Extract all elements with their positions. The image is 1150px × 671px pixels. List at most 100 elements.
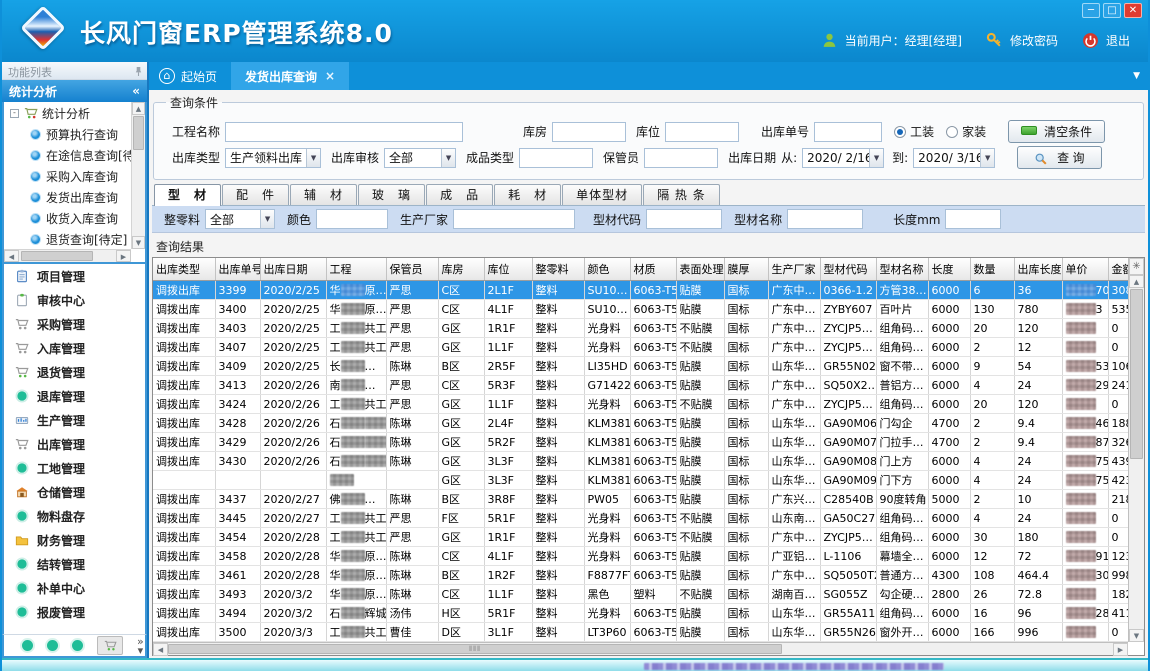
sidebar-item-出库管理[interactable]: 出库管理 bbox=[4, 432, 145, 456]
table-row[interactable]: 调拨出库34942020/3/2石辉城汤伟H区5R1F整料光身料6063-T5贴… bbox=[153, 604, 1128, 623]
sidebar-section-statistics[interactable]: 统计分析 « bbox=[2, 80, 147, 102]
tree-item[interactable]: 在途信息查询[待 bbox=[4, 145, 131, 166]
close-button[interactable]: ✕ bbox=[1124, 3, 1142, 18]
clear-conditions-button[interactable]: 清空条件 bbox=[1008, 120, 1105, 143]
dot-icon[interactable] bbox=[47, 640, 58, 651]
tab-list-dropdown-icon[interactable]: ▼ bbox=[1133, 71, 1140, 81]
sidebar-item-审核中心[interactable]: 审核中心 bbox=[4, 288, 145, 312]
outbound-type-select[interactable]: 生产领料出库▼ bbox=[225, 148, 321, 168]
color-input[interactable] bbox=[316, 209, 388, 229]
table-row[interactable]: 调拨出库34282020/2/26石城陈琳G区2L4F整料KLM38176063… bbox=[153, 414, 1128, 433]
tree-vertical-scrollbar[interactable]: ▲ ▼ bbox=[131, 102, 145, 249]
more-items-button[interactable]: »▾ bbox=[137, 637, 144, 655]
search-button[interactable]: 查 询 bbox=[1017, 146, 1101, 169]
column-header[interactable]: 保管员 bbox=[386, 258, 438, 281]
material-tab[interactable]: 成 品 bbox=[426, 184, 493, 205]
column-header[interactable]: 颜色 bbox=[584, 258, 630, 281]
column-chooser-button[interactable]: ✳ bbox=[1129, 258, 1144, 275]
tab-home[interactable]: ⌂ 起始页 bbox=[149, 62, 231, 90]
material-tab[interactable]: 型 材 bbox=[154, 184, 221, 206]
table-row[interactable]: 调拨出库34582020/2/28华原…陈琳C区4L1F整料光身料6063-T5… bbox=[153, 547, 1128, 566]
column-header[interactable]: 金额 bbox=[1108, 258, 1128, 281]
column-header[interactable]: 表面处理 bbox=[676, 258, 724, 281]
material-tab[interactable]: 辅 材 bbox=[290, 184, 357, 205]
column-header[interactable]: 生产厂家 bbox=[768, 258, 820, 281]
table-row[interactable]: 调拨出库34452020/2/27工共工程严思F区5R1F整料光身料6063-T… bbox=[153, 509, 1128, 528]
sidebar-item-生产管理[interactable]: 生产管理 bbox=[4, 408, 145, 432]
tree-item[interactable]: 采购入库查询 bbox=[4, 166, 131, 187]
table-row[interactable]: 调拨出库34372020/2/27佛…陈琳B区3R8F整料PW056063-T5… bbox=[153, 490, 1128, 509]
length-input[interactable] bbox=[945, 209, 1001, 229]
pin-icon[interactable] bbox=[134, 66, 143, 77]
sidebar-item-结转管理[interactable]: 结转管理 bbox=[4, 552, 145, 576]
grid-vertical-scrollbar[interactable]: ✳ ▲ ▼ bbox=[1128, 258, 1144, 642]
order-no-input[interactable] bbox=[814, 122, 882, 142]
column-header[interactable]: 出库长度 bbox=[1014, 258, 1062, 281]
sidebar-item-入库管理[interactable]: 入库管理 bbox=[4, 336, 145, 360]
dot-icon[interactable] bbox=[72, 640, 83, 651]
table-row[interactable]: 调拨出库34612020/2/28华原…陈琳B区1R2F整料F8877FT606… bbox=[153, 566, 1128, 585]
table-row[interactable]: G区3L3F整料KLM38176063-T5贴膜国标山东华…GA90M09…门下… bbox=[153, 471, 1128, 490]
table-row[interactable]: 调拨出库34292020/2/26石城陈琳G区5R2F整料KLM38176063… bbox=[153, 433, 1128, 452]
sidebar-item-物料盘存[interactable]: 物料盘存 bbox=[4, 504, 145, 528]
tab-close-icon[interactable]: × bbox=[325, 69, 335, 83]
grid-horizontal-scrollbar[interactable]: ◀ ⦀⦀⦀ ▶ bbox=[153, 642, 1128, 655]
table-row[interactable]: 调拨出库34072020/2/25工共工程严思G区1L1F整料光身料6063-T… bbox=[153, 338, 1128, 357]
column-header[interactable]: 出库日期 bbox=[260, 258, 326, 281]
tree-item[interactable]: 预算执行查询 bbox=[4, 124, 131, 145]
maximize-button[interactable]: □ bbox=[1103, 3, 1121, 18]
tree-expand-icon[interactable]: - bbox=[10, 109, 19, 118]
column-header[interactable]: 膜厚 bbox=[724, 258, 768, 281]
dot-icon[interactable] bbox=[22, 640, 33, 651]
column-header[interactable]: 出库类型 bbox=[153, 258, 215, 281]
sidebar-item-项目管理[interactable]: 项目管理 bbox=[4, 264, 145, 288]
tree-item[interactable]: 退货查询[待定] bbox=[4, 229, 131, 249]
column-header[interactable]: 长度 bbox=[928, 258, 970, 281]
outbound-audit-select[interactable]: 全部▼ bbox=[384, 148, 456, 168]
sidebar-item-财务管理[interactable]: 财务管理 bbox=[4, 528, 145, 552]
whole-part-select[interactable]: 全部▼ bbox=[205, 209, 275, 229]
table-row[interactable]: 调拨出库34302020/2/26石城陈琳G区3L3F整料KLM38176063… bbox=[153, 452, 1128, 471]
sidebar-item-仓储管理[interactable]: 仓储管理 bbox=[4, 480, 145, 504]
column-header[interactable]: 单价 bbox=[1062, 258, 1108, 281]
date-from-picker[interactable]: 2020/ 2/16▼ bbox=[802, 148, 884, 168]
profile-code-input[interactable] bbox=[646, 209, 722, 229]
tab-shipping-outbound-query[interactable]: 发货出库查询 × bbox=[231, 62, 349, 90]
project-name-input[interactable] bbox=[225, 122, 463, 142]
tree-root-statistics[interactable]: - 统计分析 bbox=[4, 102, 131, 124]
table-row[interactable]: 调拨出库34002020/2/25华原…严思C区4L1F整料SU10…6063-… bbox=[153, 300, 1128, 319]
date-to-picker[interactable]: 2020/ 3/16▼ bbox=[913, 148, 995, 168]
profile-name-input[interactable] bbox=[787, 209, 863, 229]
location-input[interactable] bbox=[665, 122, 739, 142]
table-row[interactable]: 调拨出库34132020/2/26南…严思C区5R3F整料G714226063-… bbox=[153, 376, 1128, 395]
table-row[interactable]: 调拨出库34542020/2/28工共工程严思G区1R1F整料光身料6063-T… bbox=[153, 528, 1128, 547]
sidebar-item-报废管理[interactable]: 报废管理 bbox=[4, 600, 145, 624]
table-row[interactable]: 调拨出库34242020/2/26工共工程严思G区1L1F整料光身料6063-T… bbox=[153, 395, 1128, 414]
logout-link[interactable]: 退出 bbox=[1106, 32, 1130, 49]
tree-horizontal-scrollbar[interactable]: ◀ ▶ bbox=[4, 249, 131, 262]
column-header[interactable]: 材质 bbox=[630, 258, 676, 281]
change-password-link[interactable]: 修改密码 bbox=[1010, 32, 1058, 49]
tree-item[interactable]: 发货出库查询 bbox=[4, 187, 131, 208]
column-header[interactable]: 型材名称 bbox=[876, 258, 928, 281]
sidebar-item-退库管理[interactable]: 退库管理 bbox=[4, 384, 145, 408]
warehouse-input[interactable] bbox=[552, 122, 626, 142]
column-header[interactable]: 工程 bbox=[326, 258, 386, 281]
cart-button[interactable] bbox=[97, 636, 123, 655]
material-tab[interactable]: 单体型材 bbox=[562, 184, 642, 205]
material-tab[interactable]: 玻 璃 bbox=[358, 184, 425, 205]
radio-gongzhuang[interactable] bbox=[894, 126, 906, 138]
column-header[interactable]: 出库单号 bbox=[215, 258, 260, 281]
sidebar-item-采购管理[interactable]: 采购管理 bbox=[4, 312, 145, 336]
material-tab[interactable]: 耗 材 bbox=[494, 184, 561, 205]
table-row[interactable]: 调拨出库34092020/2/25长…陈琳B区2R5F整料LI35HD6063-… bbox=[153, 357, 1128, 376]
sidebar-item-退货管理[interactable]: 退货管理 bbox=[4, 360, 145, 384]
table-row[interactable]: 调拨出库34932020/3/2华原…陈琳C区1L1F整料黑色塑料不贴膜国标湖南… bbox=[153, 585, 1128, 604]
column-header[interactable]: 库位 bbox=[484, 258, 532, 281]
sidebar-item-补单中心[interactable]: 补单中心 bbox=[4, 576, 145, 600]
collapse-icon[interactable]: « bbox=[132, 84, 140, 98]
column-header[interactable]: 库房 bbox=[438, 258, 484, 281]
material-tab[interactable]: 配 件 bbox=[222, 184, 289, 205]
table-row[interactable]: 调拨出库35002020/3/3工共工程曹佳D区3L1F整料LT3P606063… bbox=[153, 623, 1128, 642]
material-tab[interactable]: 隔 热 条 bbox=[643, 184, 720, 205]
